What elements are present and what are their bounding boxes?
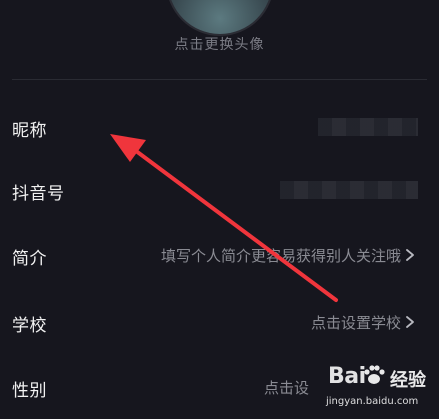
avatar[interactable] — [167, 0, 272, 34]
douyin-id-row[interactable]: 抖音号 — [0, 171, 439, 207]
chevron-right-icon — [406, 249, 414, 261]
paw-icon — [364, 365, 385, 384]
gender-placeholder: 点击设 — [263, 379, 309, 397]
watermark-brand: Bai — [328, 364, 366, 389]
douyin-id-value-blurred — [280, 181, 418, 199]
gender-label: 性别 — [12, 381, 47, 401]
douyin-id-label: 抖音号 — [12, 184, 65, 204]
bio-placeholder: 填写个人简介更容易获得别人关注哦 — [160, 247, 401, 265]
nickname-value-blurred — [318, 118, 418, 136]
school-row[interactable]: 学校 点击设置学校 — [0, 303, 439, 339]
nickname-label: 昵称 — [12, 121, 47, 141]
change-avatar-text[interactable]: 点击更换头像 — [0, 34, 439, 54]
watermark-jingyan: 经验 — [390, 370, 426, 391]
bio-row[interactable]: 简介 填写个人简介更容易获得别人关注哦 — [0, 236, 439, 272]
watermark-url: jingyan.baidu.com — [326, 396, 419, 407]
nickname-row[interactable]: 昵称 — [0, 108, 439, 144]
annotation-arrow-icon — [110, 134, 338, 302]
divider — [12, 79, 427, 80]
school-label: 学校 — [12, 316, 47, 336]
chevron-right-icon — [406, 316, 414, 328]
baidu-jingyan-watermark: Bai 经验 jingyan.baidu.com — [324, 358, 436, 416]
school-placeholder: 点击设置学校 — [310, 314, 401, 332]
bio-label: 简介 — [12, 249, 47, 269]
